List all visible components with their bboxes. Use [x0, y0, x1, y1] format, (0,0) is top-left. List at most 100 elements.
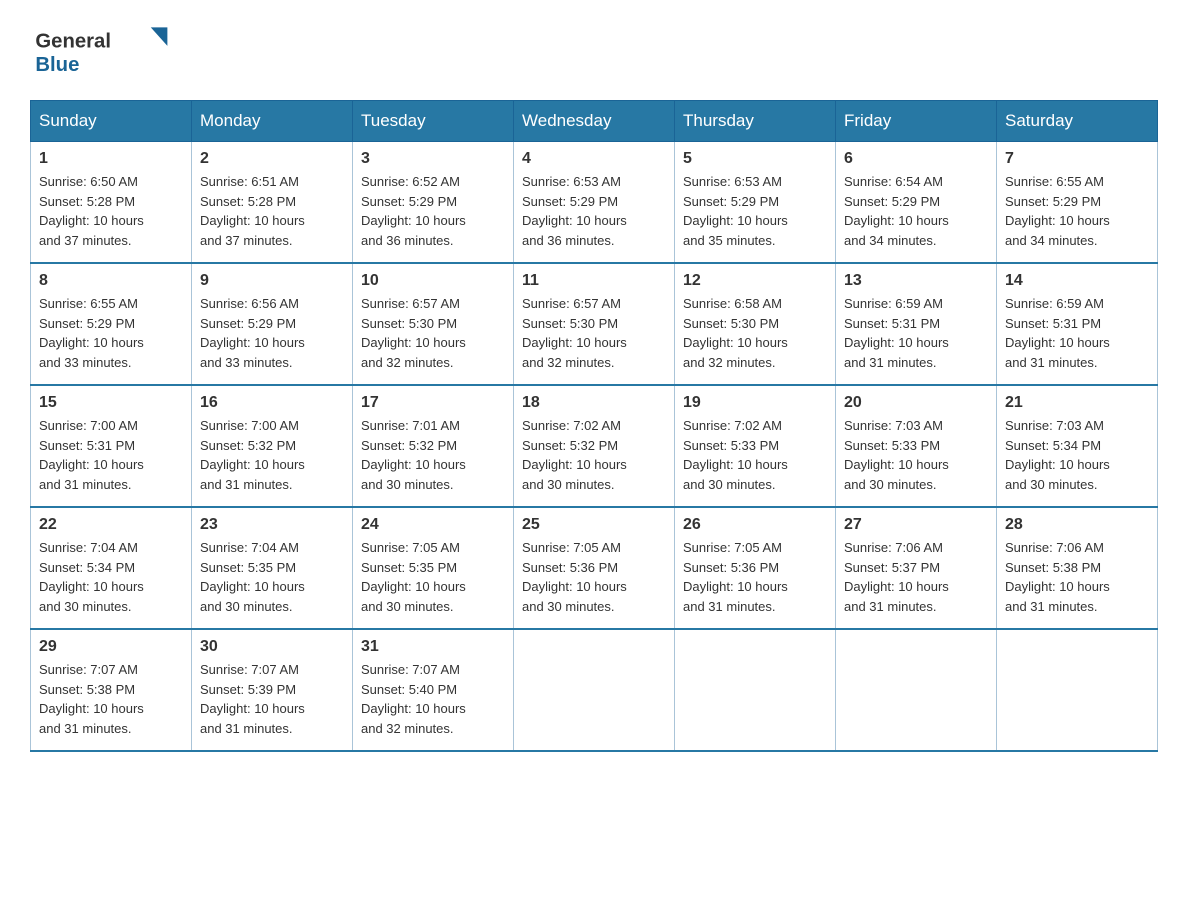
calendar-table: SundayMondayTuesdayWednesdayThursdayFrid…: [30, 100, 1158, 752]
calendar-cell: 14 Sunrise: 6:59 AMSunset: 5:31 PMDaylig…: [997, 263, 1158, 385]
calendar-cell: 28 Sunrise: 7:06 AMSunset: 5:38 PMDaylig…: [997, 507, 1158, 629]
day-number: 22: [39, 516, 183, 534]
day-info: Sunrise: 7:03 AMSunset: 5:33 PMDaylight:…: [844, 418, 949, 492]
calendar-cell: 25 Sunrise: 7:05 AMSunset: 5:36 PMDaylig…: [514, 507, 675, 629]
day-number: 21: [1005, 394, 1149, 412]
calendar-cell: 2 Sunrise: 6:51 AMSunset: 5:28 PMDayligh…: [192, 142, 353, 264]
calendar-cell: 22 Sunrise: 7:04 AMSunset: 5:34 PMDaylig…: [31, 507, 192, 629]
logo-svg: General Blue: [30, 20, 170, 80]
calendar-cell: 31 Sunrise: 7:07 AMSunset: 5:40 PMDaylig…: [353, 629, 514, 751]
weekday-header-monday: Monday: [192, 101, 353, 142]
day-info: Sunrise: 6:59 AMSunset: 5:31 PMDaylight:…: [844, 296, 949, 370]
day-number: 10: [361, 272, 505, 290]
calendar-cell: 8 Sunrise: 6:55 AMSunset: 5:29 PMDayligh…: [31, 263, 192, 385]
day-number: 20: [844, 394, 988, 412]
calendar-cell: 18 Sunrise: 7:02 AMSunset: 5:32 PMDaylig…: [514, 385, 675, 507]
day-info: Sunrise: 7:02 AMSunset: 5:33 PMDaylight:…: [683, 418, 788, 492]
calendar-cell: 24 Sunrise: 7:05 AMSunset: 5:35 PMDaylig…: [353, 507, 514, 629]
weekday-header-sunday: Sunday: [31, 101, 192, 142]
day-info: Sunrise: 6:51 AMSunset: 5:28 PMDaylight:…: [200, 174, 305, 248]
day-number: 6: [844, 150, 988, 168]
calendar-week-row: 8 Sunrise: 6:55 AMSunset: 5:29 PMDayligh…: [31, 263, 1158, 385]
day-info: Sunrise: 6:50 AMSunset: 5:28 PMDaylight:…: [39, 174, 144, 248]
day-number: 7: [1005, 150, 1149, 168]
day-number: 26: [683, 516, 827, 534]
day-number: 5: [683, 150, 827, 168]
day-info: Sunrise: 7:03 AMSunset: 5:34 PMDaylight:…: [1005, 418, 1110, 492]
calendar-cell: 11 Sunrise: 6:57 AMSunset: 5:30 PMDaylig…: [514, 263, 675, 385]
day-number: 17: [361, 394, 505, 412]
day-info: Sunrise: 6:54 AMSunset: 5:29 PMDaylight:…: [844, 174, 949, 248]
calendar-cell: 19 Sunrise: 7:02 AMSunset: 5:33 PMDaylig…: [675, 385, 836, 507]
weekday-header-friday: Friday: [836, 101, 997, 142]
calendar-cell: 17 Sunrise: 7:01 AMSunset: 5:32 PMDaylig…: [353, 385, 514, 507]
day-number: 28: [1005, 516, 1149, 534]
day-number: 29: [39, 638, 183, 656]
day-number: 13: [844, 272, 988, 290]
day-number: 3: [361, 150, 505, 168]
calendar-cell: 6 Sunrise: 6:54 AMSunset: 5:29 PMDayligh…: [836, 142, 997, 264]
day-info: Sunrise: 7:04 AMSunset: 5:34 PMDaylight:…: [39, 540, 144, 614]
day-number: 14: [1005, 272, 1149, 290]
calendar-cell: 9 Sunrise: 6:56 AMSunset: 5:29 PMDayligh…: [192, 263, 353, 385]
day-number: 1: [39, 150, 183, 168]
header: General Blue: [30, 20, 1158, 80]
calendar-cell: 15 Sunrise: 7:00 AMSunset: 5:31 PMDaylig…: [31, 385, 192, 507]
day-info: Sunrise: 6:55 AMSunset: 5:29 PMDaylight:…: [39, 296, 144, 370]
day-number: 18: [522, 394, 666, 412]
calendar-cell: 5 Sunrise: 6:53 AMSunset: 5:29 PMDayligh…: [675, 142, 836, 264]
day-info: Sunrise: 7:05 AMSunset: 5:36 PMDaylight:…: [683, 540, 788, 614]
calendar-cell: 27 Sunrise: 7:06 AMSunset: 5:37 PMDaylig…: [836, 507, 997, 629]
calendar-week-row: 15 Sunrise: 7:00 AMSunset: 5:31 PMDaylig…: [31, 385, 1158, 507]
svg-text:Blue: Blue: [35, 54, 79, 76]
day-info: Sunrise: 6:52 AMSunset: 5:29 PMDaylight:…: [361, 174, 466, 248]
calendar-week-row: 29 Sunrise: 7:07 AMSunset: 5:38 PMDaylig…: [31, 629, 1158, 751]
calendar-cell: [836, 629, 997, 751]
day-number: 24: [361, 516, 505, 534]
day-number: 9: [200, 272, 344, 290]
day-info: Sunrise: 7:00 AMSunset: 5:31 PMDaylight:…: [39, 418, 144, 492]
day-number: 12: [683, 272, 827, 290]
weekday-header-thursday: Thursday: [675, 101, 836, 142]
calendar-cell: 21 Sunrise: 7:03 AMSunset: 5:34 PMDaylig…: [997, 385, 1158, 507]
day-info: Sunrise: 7:06 AMSunset: 5:37 PMDaylight:…: [844, 540, 949, 614]
day-info: Sunrise: 7:00 AMSunset: 5:32 PMDaylight:…: [200, 418, 305, 492]
calendar-cell: 29 Sunrise: 7:07 AMSunset: 5:38 PMDaylig…: [31, 629, 192, 751]
day-info: Sunrise: 6:59 AMSunset: 5:31 PMDaylight:…: [1005, 296, 1110, 370]
calendar-cell: 20 Sunrise: 7:03 AMSunset: 5:33 PMDaylig…: [836, 385, 997, 507]
calendar-cell: [514, 629, 675, 751]
day-number: 25: [522, 516, 666, 534]
calendar-week-row: 1 Sunrise: 6:50 AMSunset: 5:28 PMDayligh…: [31, 142, 1158, 264]
calendar-cell: 1 Sunrise: 6:50 AMSunset: 5:28 PMDayligh…: [31, 142, 192, 264]
day-info: Sunrise: 7:02 AMSunset: 5:32 PMDaylight:…: [522, 418, 627, 492]
calendar-cell: 30 Sunrise: 7:07 AMSunset: 5:39 PMDaylig…: [192, 629, 353, 751]
weekday-header-tuesday: Tuesday: [353, 101, 514, 142]
weekday-header-saturday: Saturday: [997, 101, 1158, 142]
day-number: 30: [200, 638, 344, 656]
day-number: 2: [200, 150, 344, 168]
day-number: 15: [39, 394, 183, 412]
calendar-cell: 13 Sunrise: 6:59 AMSunset: 5:31 PMDaylig…: [836, 263, 997, 385]
day-info: Sunrise: 7:06 AMSunset: 5:38 PMDaylight:…: [1005, 540, 1110, 614]
day-number: 8: [39, 272, 183, 290]
calendar-week-row: 22 Sunrise: 7:04 AMSunset: 5:34 PMDaylig…: [31, 507, 1158, 629]
day-info: Sunrise: 6:53 AMSunset: 5:29 PMDaylight:…: [683, 174, 788, 248]
day-info: Sunrise: 6:56 AMSunset: 5:29 PMDaylight:…: [200, 296, 305, 370]
weekday-header-wednesday: Wednesday: [514, 101, 675, 142]
calendar-cell: 12 Sunrise: 6:58 AMSunset: 5:30 PMDaylig…: [675, 263, 836, 385]
calendar-cell: 4 Sunrise: 6:53 AMSunset: 5:29 PMDayligh…: [514, 142, 675, 264]
day-number: 4: [522, 150, 666, 168]
day-info: Sunrise: 7:05 AMSunset: 5:36 PMDaylight:…: [522, 540, 627, 614]
logo-area: General Blue: [30, 20, 170, 80]
day-number: 31: [361, 638, 505, 656]
calendar-cell: [997, 629, 1158, 751]
calendar-cell: 16 Sunrise: 7:00 AMSunset: 5:32 PMDaylig…: [192, 385, 353, 507]
calendar-cell: 26 Sunrise: 7:05 AMSunset: 5:36 PMDaylig…: [675, 507, 836, 629]
day-info: Sunrise: 6:57 AMSunset: 5:30 PMDaylight:…: [361, 296, 466, 370]
day-info: Sunrise: 7:01 AMSunset: 5:32 PMDaylight:…: [361, 418, 466, 492]
day-number: 11: [522, 272, 666, 290]
day-info: Sunrise: 7:07 AMSunset: 5:39 PMDaylight:…: [200, 662, 305, 736]
day-info: Sunrise: 6:55 AMSunset: 5:29 PMDaylight:…: [1005, 174, 1110, 248]
day-info: Sunrise: 7:04 AMSunset: 5:35 PMDaylight:…: [200, 540, 305, 614]
day-number: 23: [200, 516, 344, 534]
